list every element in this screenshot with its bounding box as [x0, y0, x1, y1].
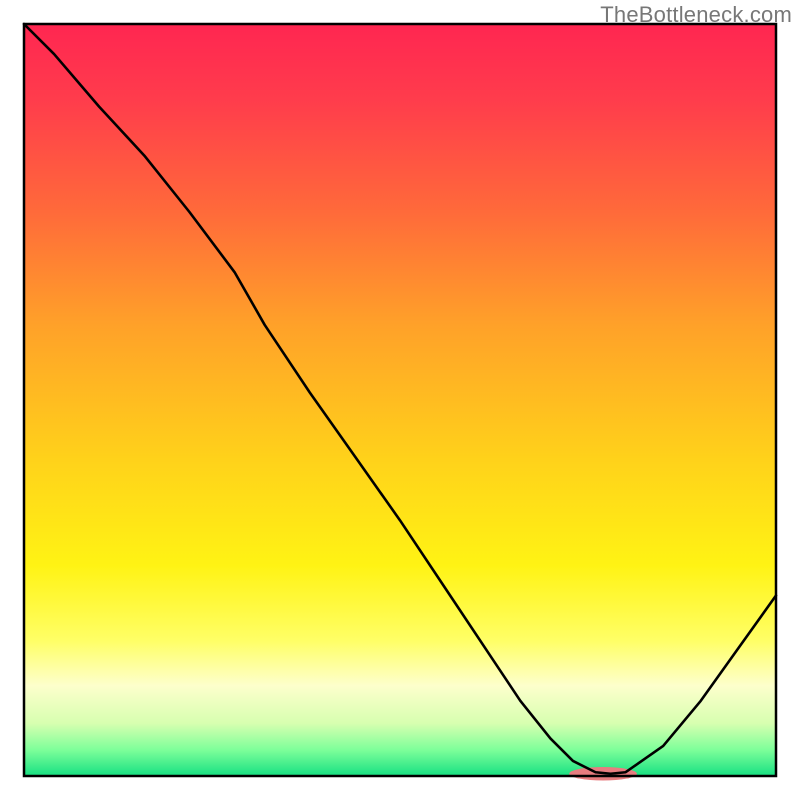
chart-svg [0, 0, 800, 800]
watermark-label: TheBottleneck.com [600, 2, 792, 28]
chart-stage: TheBottleneck.com [0, 0, 800, 800]
plot-background [24, 24, 776, 776]
